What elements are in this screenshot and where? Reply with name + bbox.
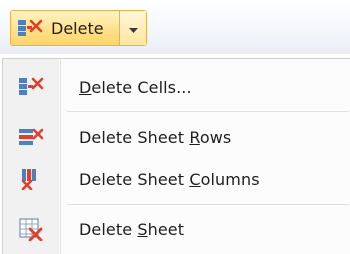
menu-item-label: Delete Sheet Columns: [79, 169, 260, 189]
delete-cells-icon: [15, 17, 45, 39]
menu-item-delete-cells[interactable]: Delete Cells...: [3, 67, 349, 107]
menu-item-label: Delete Sheet Rows: [79, 127, 232, 147]
delete-split-button[interactable]: Delete: [10, 10, 147, 46]
menu-item-delete-sheet-columns[interactable]: Delete Sheet Columns: [3, 159, 349, 199]
menu-item-label: Delete Sheet: [79, 219, 185, 239]
delete-columns-icon: [3, 159, 59, 199]
menu-separator: [67, 204, 349, 205]
menu-item-delete-sheet-rows[interactable]: Delete Sheet Rows: [3, 117, 349, 157]
menu-item-delete-sheet[interactable]: Delete Sheet: [3, 209, 349, 249]
delete-button[interactable]: Delete: [11, 11, 119, 45]
delete-dropdown-menu: Delete Cells... Delete Sheet Rows Delete…: [2, 58, 350, 254]
delete-dropdown-button[interactable]: [119, 11, 146, 45]
delete-rows-icon: [3, 117, 59, 157]
delete-cells-icon: [3, 67, 59, 107]
delete-button-label: Delete: [51, 18, 104, 38]
chevron-down-icon: [128, 19, 138, 38]
delete-sheet-icon: [3, 209, 59, 249]
menu-separator: [67, 111, 349, 112]
menu-item-label: Delete Cells...: [79, 77, 192, 97]
